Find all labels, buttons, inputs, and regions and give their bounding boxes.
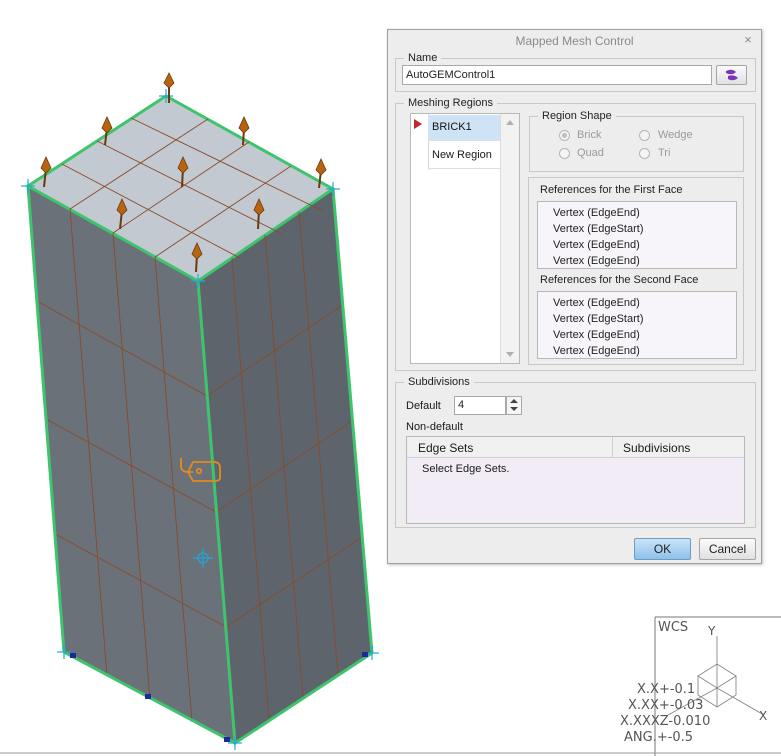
region-item-brick1[interactable]: BRICK1 (428, 115, 500, 141)
stepper-down-icon[interactable] (510, 407, 518, 411)
dialog-title: Mapped Mesh Control (515, 34, 634, 48)
second-face-title: References for the Second Face (540, 274, 699, 286)
first-face-title: References for the First Face (540, 184, 683, 196)
radio-label-brick: Brick (577, 129, 602, 141)
name-picker-button[interactable] (716, 65, 747, 85)
stepper-up-icon[interactable] (510, 399, 518, 403)
region-item-new[interactable]: New Region (428, 141, 500, 169)
scroll-up-icon[interactable] (506, 120, 514, 125)
header-divider (612, 437, 613, 457)
close-icon[interactable]: × (741, 33, 755, 47)
radio-brick[interactable] (559, 130, 570, 141)
region-shape-group: Region Shape (529, 110, 744, 172)
radio-label-quad: Quad (577, 147, 604, 159)
second-face-ref[interactable]: Vertex (EdgeStart) (538, 311, 736, 327)
col-subdivisions[interactable]: Subdivisions (623, 441, 690, 455)
radio-label-tri: Tri (658, 147, 671, 159)
radio-quad[interactable] (559, 148, 570, 159)
second-face-list[interactable]: Vertex (EdgeEnd) Vertex (EdgeStart) Vert… (537, 291, 737, 359)
references-panel: References for the First Face Vertex (Ed… (528, 177, 744, 365)
region-item-label: BRICK1 (432, 121, 472, 133)
arrow-right-icon (414, 119, 422, 129)
default-subdivisions-stepper[interactable] (506, 396, 522, 415)
region-list[interactable]: BRICK1 New Region (410, 113, 520, 364)
wcs-axis-y: Y (708, 624, 716, 638)
wcs-label: WCS (658, 620, 689, 635)
first-face-ref[interactable]: Vertex (EdgeStart) (538, 221, 736, 237)
first-face-ref[interactable]: Vertex (EdgeEnd) (538, 205, 736, 221)
region-shape-legend: Region Shape (542, 110, 612, 122)
name-legend: Name (408, 52, 438, 64)
radio-label-wedge: Wedge (658, 129, 693, 141)
subdivisions-legend: Subdivisions (408, 376, 470, 388)
name-input[interactable]: AutoGEMControl1 (402, 65, 712, 85)
wcs-axis-x: X (759, 709, 768, 723)
region-item-label: New Region (432, 149, 492, 161)
edge-sets-header: Edge Sets Subdivisions (407, 437, 744, 458)
first-face-ref[interactable]: Vertex (EdgeEnd) (538, 253, 736, 269)
col-edge-sets[interactable]: Edge Sets (418, 441, 473, 455)
first-face-list[interactable]: Vertex (EdgeEnd) Vertex (EdgeStart) Vert… (537, 201, 737, 269)
non-default-label: Non-default (406, 421, 463, 433)
pick-icon (725, 69, 738, 81)
tolerance-line: ANG.+-0.5 (624, 730, 694, 745)
second-face-ref[interactable]: Vertex (EdgeEnd) (538, 295, 736, 311)
meshing-regions-legend: Meshing Regions (408, 97, 493, 109)
region-list-scrollbar[interactable] (500, 114, 519, 363)
tolerance-line: X.XXXZ-0.010 (620, 714, 711, 729)
edge-sets-placeholder: Select Edge Sets. (422, 463, 510, 475)
cancel-button[interactable]: Cancel (699, 538, 756, 560)
first-face-ref[interactable]: Vertex (EdgeEnd) (538, 237, 736, 253)
mapped-mesh-control-dialog: Mapped Mesh Control × Name AutoGEMContro… (387, 29, 762, 564)
default-label: Default (406, 400, 441, 412)
edge-sets-table[interactable]: Edge Sets Subdivisions Select Edge Sets. (406, 436, 745, 524)
ok-button[interactable]: OK (634, 538, 691, 560)
radio-wedge[interactable] (639, 130, 650, 141)
second-face-ref[interactable]: Vertex (EdgeEnd) (538, 343, 736, 359)
second-face-ref[interactable]: Vertex (EdgeEnd) (538, 327, 736, 343)
tolerance-line: X.XX+-0.03 (628, 698, 704, 713)
default-subdivisions-input[interactable]: 4 (454, 396, 506, 415)
tolerance-line: X.X+-0.1 (637, 682, 696, 697)
radio-tri[interactable] (639, 148, 650, 159)
scroll-down-icon[interactable] (506, 352, 514, 357)
